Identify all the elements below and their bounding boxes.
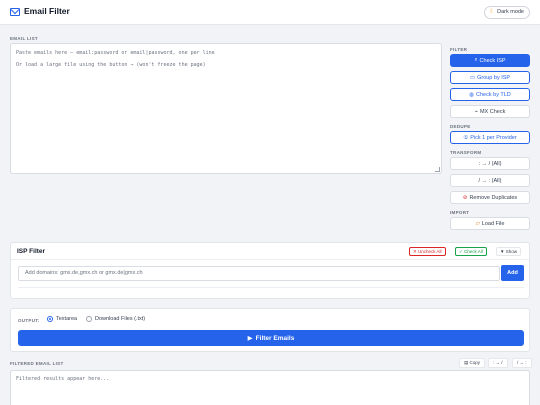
top-bar: Email Filter ☾ Dark mode: [0, 0, 540, 25]
pick-one-per-provider-button[interactable]: ① Pick 1 per Provider: [450, 131, 530, 144]
open-folder-icon: ▱: [475, 220, 480, 227]
folder-icon: ▭: [469, 74, 476, 81]
pick-one-label: Pick 1 per Provider: [470, 134, 517, 141]
uncheck-all-button[interactable]: ✕ Uncheck All: [409, 247, 446, 256]
remove-duplicates-label: Remove Duplicates: [469, 194, 518, 201]
check-all-button[interactable]: ✓ Check All: [455, 247, 487, 256]
mx-check-button[interactable]: ⌁ MX Check: [450, 105, 530, 118]
email-list-textarea[interactable]: Paste emails here — email:password or em…: [10, 43, 442, 174]
colon-to-pipe-button[interactable]: : → / (All): [450, 157, 530, 170]
isp-list-area: [18, 287, 524, 293]
load-file-label: Load File: [481, 220, 505, 227]
dark-mode-button[interactable]: ☾ Dark mode: [483, 6, 530, 19]
import-section-label: IMPORT: [450, 210, 470, 215]
textarea-radio[interactable]: [47, 316, 53, 322]
isp-filter-card: ISP Filter ✕ Uncheck All ✓ Check All ▼ S…: [10, 242, 530, 299]
filter-section-label: FILTER: [450, 47, 468, 52]
prohibited-icon: ⊘: [462, 194, 468, 201]
show-toggle-button[interactable]: ▼ Show: [496, 247, 521, 256]
download-option-label: Download Files (.txt): [95, 316, 146, 322]
copy-button[interactable]: ▤ Copy: [459, 358, 486, 368]
moon-icon: ☾: [489, 9, 496, 15]
filter-emails-button[interactable]: ▶ Filter Emails: [18, 330, 524, 346]
load-file-button[interactable]: ▱ Load File: [450, 217, 530, 230]
play-icon: ▶: [247, 335, 253, 342]
dark-mode-label: Dark mode: [497, 9, 524, 15]
pipe-to-colon-label: / → : (All): [478, 177, 502, 184]
result-pipe-to-colon-button[interactable]: / → :: [512, 358, 532, 368]
resize-handle[interactable]: [435, 167, 440, 172]
filtered-results-textarea[interactable]: Filtered results appear here...: [10, 370, 530, 405]
remove-duplicates-button[interactable]: ⊘ Remove Duplicates: [450, 191, 530, 204]
number-one-icon: ①: [463, 134, 469, 141]
colon-to-pipe-label: : → / (All): [478, 160, 502, 167]
antenna-icon: ⌁: [474, 108, 478, 115]
group-by-isp-label: Group by ISP: [477, 74, 511, 81]
email-list-label: EMAIL LIST: [10, 36, 38, 41]
filtered-results-placeholder: Filtered results appear here...: [16, 376, 110, 382]
check-by-tld-label: Check by TLD: [476, 91, 511, 98]
add-domain-button[interactable]: Add: [501, 265, 524, 281]
app-title: Email Filter: [24, 6, 70, 16]
output-label: OUTPUT:: [18, 318, 40, 323]
output-card: OUTPUT: Textarea Download Files (.txt) ▶…: [10, 308, 530, 352]
envelope-icon: [10, 8, 20, 16]
group-by-isp-button[interactable]: ▭ Group by ISP: [450, 71, 530, 84]
globe-icon: ◍: [469, 91, 475, 98]
check-by-tld-button[interactable]: ◍ Check by TLD: [450, 88, 530, 101]
textarea-option-label: Textarea: [56, 316, 78, 322]
copy-label: Copy: [469, 360, 481, 365]
check-isp-button[interactable]: ⌕ Check ISP: [450, 54, 530, 67]
mx-check-label: MX Check: [479, 108, 506, 115]
isp-filter-title: ISP Filter: [17, 248, 46, 255]
email-list-placeholder-1: Paste emails here — email:password or em…: [16, 50, 215, 56]
transform-section-label: TRANSFORM: [450, 150, 482, 155]
filter-emails-label: Filter Emails: [255, 334, 295, 342]
download-radio[interactable]: [86, 316, 92, 322]
dedupe-section-label: DEDUPE: [450, 124, 471, 129]
domain-input[interactable]: Add domains: gmx.de,gmx.ch or gmx.de|gmx…: [18, 266, 500, 281]
isp-filter-header: ISP Filter ✕ Uncheck All ✓ Check All ▼ S…: [11, 243, 529, 260]
filtered-list-label: FILTERED EMAIL LIST: [10, 361, 64, 366]
result-colon-to-pipe-button[interactable]: : → /: [488, 358, 508, 368]
check-isp-label: Check ISP: [479, 57, 506, 64]
email-list-placeholder-2: Or load a large file using the button → …: [16, 62, 206, 68]
search-icon: ⌕: [474, 57, 478, 63]
clipboard-icon: ▤: [464, 360, 469, 365]
pipe-to-colon-button[interactable]: / → : (All): [450, 174, 530, 187]
